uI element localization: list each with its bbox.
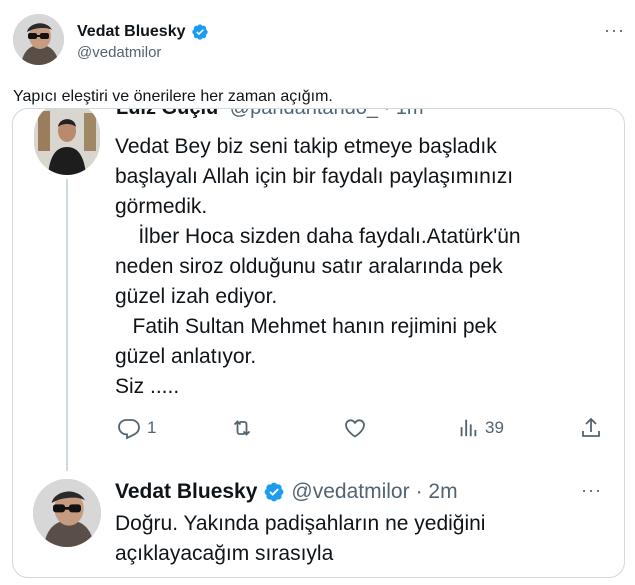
like-button[interactable] <box>343 416 373 440</box>
quoted-header-partial: Luiz Güçlü @pandantando_ · 1m <box>116 109 424 120</box>
author-handle[interactable]: @vedatmilor <box>77 44 161 61</box>
quoted-author-avatar[interactable] <box>34 109 100 175</box>
reply-author-name[interactable]: Vedat Bluesky <box>115 480 257 504</box>
quoted-post-text: Vedat Bey biz seni takip etmeye başladık… <box>115 135 521 398</box>
repost-button[interactable] <box>229 416 261 440</box>
like-icon <box>343 416 367 440</box>
reply-author-handle[interactable]: @vedatmilor <box>291 480 409 504</box>
author-avatar[interactable] <box>13 14 64 65</box>
reply-count: 1 <box>147 418 157 437</box>
verified-badge-icon <box>263 481 285 503</box>
views-icon <box>457 416 479 440</box>
repost-icon <box>229 416 255 440</box>
quoted-action-bar: 1 39 <box>117 414 607 442</box>
quoted-thread-card[interactable]: Luiz Güçlü @pandantando_ · 1m Vedat Bey … <box>12 108 625 578</box>
share-icon <box>579 416 603 440</box>
views-button[interactable]: 39 <box>457 416 504 440</box>
post-text: Yapıcı eleştiri ve önerilere her zaman a… <box>13 88 333 105</box>
views-count: 39 <box>485 418 504 437</box>
author-name[interactable]: Vedat Bluesky <box>77 23 186 41</box>
verified-badge-icon <box>191 23 209 41</box>
quoted-author-name[interactable]: Luiz Güçlü <box>116 109 218 119</box>
reply-time[interactable]: · 2m <box>416 480 458 504</box>
author-name-row: Vedat Bluesky <box>77 21 209 43</box>
reply-more-icon[interactable]: ··· <box>581 480 602 501</box>
quoted-author-handle[interactable]: @pandantando_ · 1m <box>230 109 424 119</box>
share-button[interactable] <box>579 416 603 440</box>
reply-button[interactable]: 1 <box>117 416 156 440</box>
reply-icon <box>117 416 141 440</box>
reply-text: Doğru. Yakında padişahların ne yediğini … <box>115 512 486 565</box>
thread-line <box>66 179 68 471</box>
more-icon[interactable]: ··· <box>604 20 625 41</box>
reply-header: Vedat Bluesky @vedatmilor · 2m <box>115 478 458 506</box>
reply-author-avatar[interactable] <box>33 479 101 547</box>
